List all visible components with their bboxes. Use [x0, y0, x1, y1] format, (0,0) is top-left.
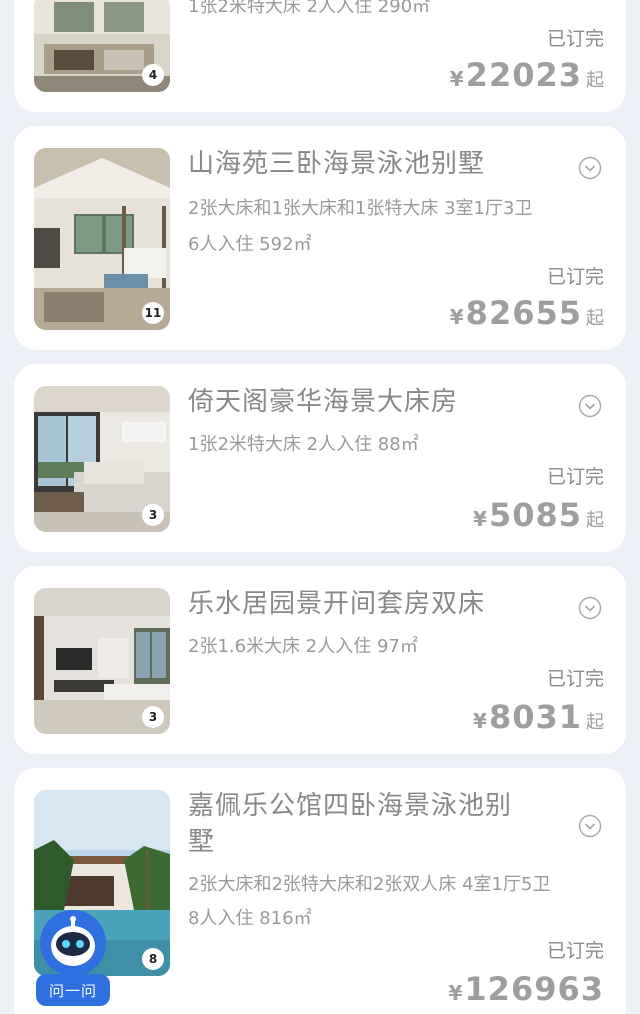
photo-count-badge: 4 [142, 64, 164, 86]
price-suffix: 起 [586, 510, 604, 531]
photo-count-badge: 3 [142, 706, 164, 728]
room-specs: 2张1.6米大床 2人入住 97㎡ [188, 636, 418, 657]
room-photo[interactable]: 3 [34, 588, 170, 734]
room-title[interactable]: 嘉佩乐公馆四卧海景泳池别墅 [188, 788, 528, 860]
booking-status: 已订完 [546, 28, 604, 50]
expand-chevron[interactable] [578, 596, 602, 620]
room-capacity: 6人入住 592㎡ [188, 234, 312, 255]
room-photo[interactable]: 11 [34, 148, 170, 330]
price-suffix: 起 [586, 712, 604, 733]
booking-status: 已订完 [546, 940, 604, 962]
price-value: 82655 [465, 294, 582, 332]
room-capacity: 8人入住 816㎡ [188, 908, 312, 929]
price-suffix: 起 [586, 70, 604, 91]
photo-count-badge: 3 [142, 504, 164, 526]
ask-assistant-button[interactable]: 问一问 [36, 910, 110, 1010]
room-price: ¥ 126963 [448, 970, 604, 1008]
price-suffix: 起 [586, 308, 604, 329]
room-specs: 1张2米特大床 2人入住 290㎡ [188, 0, 431, 17]
photo-count-badge: 11 [142, 302, 164, 324]
price-value: 5085 [488, 496, 582, 534]
price-value: 8031 [488, 698, 582, 736]
currency-symbol: ¥ [473, 507, 487, 531]
expand-chevron[interactable] [578, 394, 602, 418]
expand-chevron[interactable] [578, 814, 602, 838]
room-specs: 2张大床和2张特大床和2张双人床 4室1厅5卫 [188, 874, 551, 895]
room-card[interactable]: 3 倚天阁豪华海景大床房 1张2米特大床 2人入住 88㎡ 已订完 ¥ 5085… [14, 364, 626, 552]
chevron-down-icon [578, 394, 602, 418]
room-title[interactable]: 倚天阁豪华海景大床房 [188, 384, 528, 420]
currency-symbol: ¥ [473, 709, 487, 733]
currency-symbol: ¥ [448, 981, 463, 1005]
room-card[interactable]: 4 1张2米特大床 2人入住 290㎡ 已订完 ¥ 22023 起 [14, 0, 626, 112]
booking-status: 已订完 [546, 466, 604, 488]
price-value: 22023 [465, 56, 582, 94]
expand-chevron[interactable] [578, 156, 602, 180]
chevron-down-icon [578, 814, 602, 838]
photo-count-badge: 8 [142, 948, 164, 970]
room-price: ¥ 8031 起 [473, 698, 604, 736]
chevron-down-icon [578, 156, 602, 180]
room-specs: 1张2米特大床 2人入住 88㎡ [188, 434, 419, 455]
room-price: ¥ 82655 起 [450, 294, 604, 332]
room-specs: 2张大床和1张大床和1张特大床 3室1厅3卫 [188, 198, 533, 219]
room-photo[interactable]: 4 [34, 0, 170, 92]
room-card[interactable]: 11 山海苑三卧海景泳池别墅 2张大床和1张大床和1张特大床 3室1厅3卫 6人… [14, 126, 626, 350]
price-value: 126963 [464, 970, 604, 1008]
room-photo[interactable]: 3 [34, 386, 170, 532]
chevron-down-icon [578, 596, 602, 620]
room-title[interactable]: 乐水居园景开间套房双床 [188, 586, 528, 622]
booking-status: 已订完 [546, 668, 604, 690]
room-title[interactable]: 山海苑三卧海景泳池别墅 [188, 146, 528, 182]
room-price: ¥ 22023 起 [450, 56, 604, 94]
currency-symbol: ¥ [449, 305, 464, 329]
room-card[interactable]: 3 乐水居园景开间套房双床 2张1.6米大床 2人入住 97㎡ 已订完 ¥ 80… [14, 566, 626, 754]
ask-label: 问一问 [36, 974, 110, 1006]
booking-status: 已订完 [546, 266, 604, 288]
currency-symbol: ¥ [449, 67, 464, 91]
room-price: ¥ 5085 起 [473, 496, 604, 534]
robot-assistant-icon [40, 910, 106, 976]
